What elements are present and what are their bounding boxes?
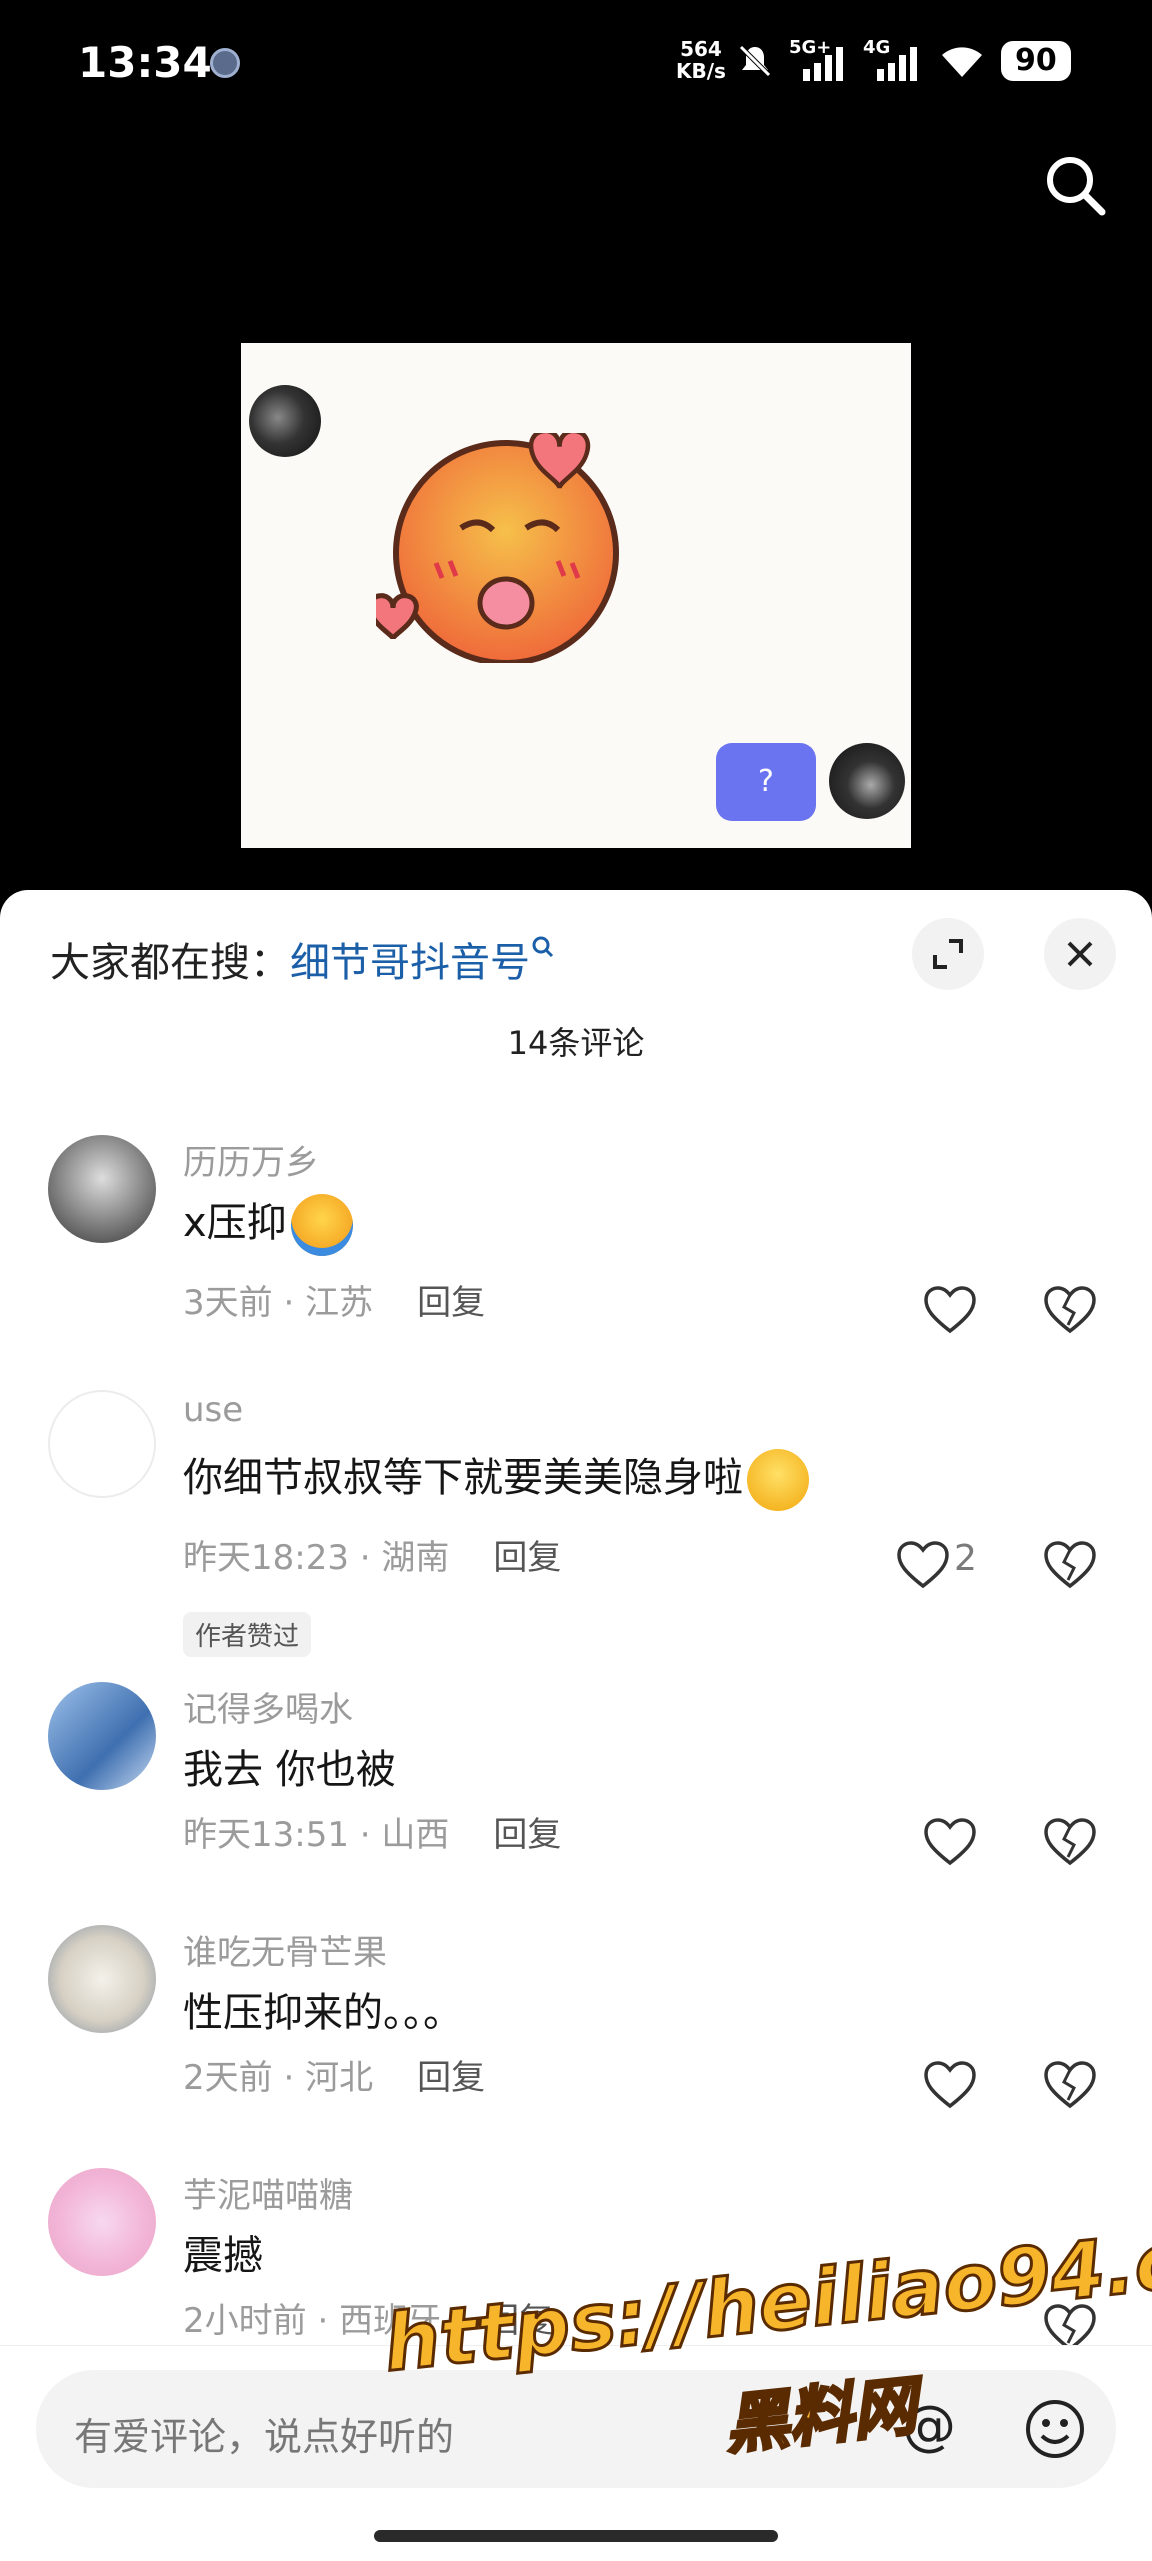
like-count: 2: [954, 1538, 977, 1579]
dislike-heart-icon[interactable]: [1042, 1285, 1098, 1335]
comment-location: 河北: [305, 2058, 374, 2098]
trending-search[interactable]: 大家都在搜：细节哥抖音号: [50, 930, 556, 988]
post-avatar-2: [829, 743, 905, 819]
comment-time: 昨天13:51: [183, 1815, 349, 1855]
status-time: 13:34: [78, 38, 212, 87]
comment-text-content: x压抑: [183, 1200, 287, 1246]
reply-button[interactable]: 回复: [417, 2058, 485, 2098]
comment-text: 我去 你也被: [183, 1747, 396, 1793]
comment-author[interactable]: 芋泥喵喵糖: [183, 2168, 353, 2217]
like-heart-icon[interactable]: [895, 1540, 951, 1590]
comment-time: 昨天18:23: [183, 1538, 349, 1578]
comment-location: 山西: [381, 1815, 450, 1855]
author-liked-badge: 作者赞过: [183, 1612, 312, 1657]
like-heart-icon[interactable]: [922, 1285, 978, 1335]
comment-author[interactable]: 历历万乡: [183, 1135, 319, 1184]
home-indicator[interactable]: [374, 2530, 778, 2542]
expand-button[interactable]: [912, 918, 984, 990]
comment-author[interactable]: 谁吃无骨芒果: [183, 1925, 387, 1974]
blushing-emoji-sticker: [376, 433, 619, 663]
comment-text: 震撼: [183, 2233, 263, 2279]
avatar[interactable]: [48, 1135, 156, 1243]
dislike-heart-icon[interactable]: [1042, 2060, 1098, 2110]
comment-time: 2天前: [183, 2058, 273, 2098]
comment-meta: 昨天13:51 · 山西 回复: [183, 1815, 562, 1855]
search-small-icon: [532, 936, 554, 958]
comment-meta: 昨天18:23 · 湖南 回复: [183, 1538, 562, 1578]
like-heart-icon[interactable]: [922, 1817, 978, 1867]
signal-4g-icon: 4G: [863, 37, 923, 83]
dislike-heart-icon[interactable]: [1042, 1817, 1098, 1867]
status-bar: 13:34 564 KB/s 5G+ 4G 90: [0, 0, 1152, 130]
crying-laughing-emoji-icon: [290, 1194, 353, 1256]
comment-meta: 3天前 · 江苏 回复: [183, 1283, 486, 1323]
notification-dot-icon: [210, 48, 240, 78]
comment-location: 江苏: [305, 1283, 374, 1323]
avatar[interactable]: [48, 1390, 156, 1498]
comment-text: x压抑: [183, 1190, 353, 1256]
trending-prefix: 大家都在搜：: [50, 940, 290, 986]
dislike-heart-icon[interactable]: [1042, 1540, 1098, 1590]
avatar[interactable]: [48, 2168, 156, 2276]
signal-5g-icon: 5G+: [789, 37, 849, 83]
reply-button[interactable]: 回复: [493, 1815, 561, 1855]
comment-location: 湖南: [381, 1538, 450, 1578]
search-icon[interactable]: [1040, 150, 1110, 220]
comment-text-content: 你细节叔叔等下就要美美隐身啦: [183, 1455, 743, 1501]
heart-eyes-emoji-icon: [747, 1449, 809, 1511]
network-speed-unit: KB/s: [676, 59, 726, 83]
comment-meta: 2天前 · 河北 回复: [183, 2058, 486, 2098]
comment-author[interactable]: 记得多喝水: [183, 1682, 353, 1731]
reply-button[interactable]: 回复: [417, 1283, 485, 1323]
comment-text: 你细节叔叔等下就要美美隐身啦: [183, 1445, 809, 1511]
comment-time: 3天前: [183, 1283, 273, 1323]
status-icons: 5G+ 4G 90: [735, 36, 1071, 86]
post-avatar: [249, 385, 321, 457]
battery-level: 90: [1001, 41, 1071, 81]
like-heart-icon[interactable]: [922, 2060, 978, 2110]
post-image[interactable]: ?: [241, 343, 911, 848]
close-icon: [1067, 941, 1093, 967]
reply-button[interactable]: 回复: [493, 1538, 561, 1578]
question-button[interactable]: ?: [716, 743, 816, 821]
network-speed: 564 KB/s: [676, 38, 726, 82]
expand-icon: [933, 939, 963, 969]
avatar[interactable]: [48, 1925, 156, 2033]
comment-text: 性压抑来的。。。: [183, 1990, 463, 2036]
network-speed-value: 564: [680, 37, 722, 61]
comment-count: 14条评论: [507, 1024, 645, 1062]
avatar[interactable]: [48, 1682, 156, 1790]
comment-time: 2小时前: [183, 2301, 307, 2341]
comment-author[interactable]: use: [183, 1390, 243, 1430]
trending-keyword[interactable]: 细节哥抖音号: [290, 940, 530, 986]
mute-bell-icon: [739, 45, 771, 77]
wifi-icon: [942, 47, 982, 77]
close-button[interactable]: [1044, 918, 1116, 990]
